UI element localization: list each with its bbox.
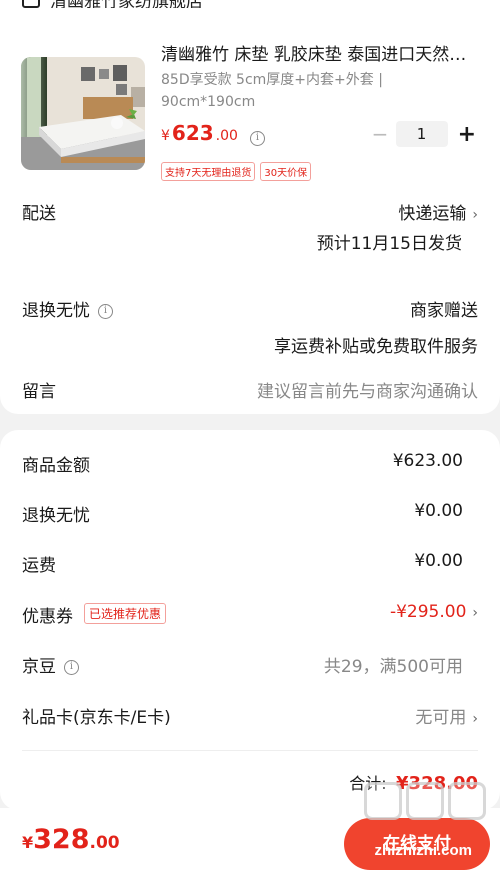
chevron-right-icon: › bbox=[472, 207, 478, 223]
shipping-row: 运费 ¥0.00 bbox=[22, 551, 478, 576]
goods-amount-value: ¥623.00 bbox=[392, 451, 463, 471]
bottom-price-symbol: ¥ bbox=[22, 833, 34, 852]
plus-button[interactable]: + bbox=[458, 122, 476, 147]
return-care-desc-row: 享运费补贴或免费取件服务 bbox=[22, 332, 478, 357]
tag-7day-return: 支持7天无理由退货 bbox=[161, 162, 256, 181]
quantity-stepper: − 1 + bbox=[372, 121, 476, 147]
delivery-estimate-row: 预计11月15日发货 bbox=[22, 229, 478, 254]
summary-divider bbox=[22, 750, 478, 751]
message-label: 留言 bbox=[22, 382, 56, 402]
message-input[interactable]: 建议留言前先与商家沟通确认 bbox=[257, 377, 478, 402]
bottom-total-price: ¥328.00 bbox=[22, 824, 120, 855]
chevron-right-icon: › bbox=[472, 605, 478, 621]
price-decimal: .00 bbox=[215, 128, 238, 144]
return-care-info-icon[interactable]: i bbox=[98, 303, 113, 319]
return-care-fee-value: ¥0.00 bbox=[414, 501, 463, 521]
jingdou-value: 共29，满500可用 bbox=[323, 657, 463, 677]
return-care-row[interactable]: 退换无忧 i 商家赠送 bbox=[22, 296, 478, 321]
return-care-fee-label: 退换无忧 bbox=[22, 506, 90, 526]
coupon-value-text: -¥295.00 bbox=[389, 602, 467, 622]
delivery-method-text: 快递运输 bbox=[398, 204, 467, 224]
watermark-logo bbox=[364, 782, 486, 820]
jingdou-label: 京豆 i bbox=[22, 652, 79, 677]
coupon-value: -¥295.00 › bbox=[390, 602, 478, 622]
shipping-label: 运费 bbox=[22, 556, 56, 576]
shop-icon bbox=[22, 0, 40, 8]
delivery-label: 配送 bbox=[22, 204, 56, 224]
giftcard-value: 无可用 › bbox=[415, 703, 478, 728]
price-symbol: ¥ bbox=[161, 128, 170, 144]
giftcard-label: 礼品卡(京东卡/E卡) bbox=[22, 708, 171, 728]
watermark-text: zhizhizhi.com bbox=[374, 842, 473, 859]
jingdou-label-text: 京豆 bbox=[22, 657, 56, 677]
delivery-row[interactable]: 配送 快递运输 › bbox=[22, 199, 478, 224]
chevron-right-icon: › bbox=[472, 711, 478, 727]
shipping-value: ¥0.00 bbox=[414, 551, 463, 571]
giftcard-row[interactable]: 礼品卡(京东卡/E卡) 无可用 › bbox=[22, 703, 478, 728]
coupon-row[interactable]: 优惠券 已选推荐优惠 -¥295.00 › bbox=[22, 602, 478, 627]
jingdou-info-icon[interactable]: i bbox=[64, 659, 79, 675]
bottom-price-decimal: .00 bbox=[89, 833, 120, 853]
shop-header[interactable]: 清幽雅竹家纺旗舰店 bbox=[22, 0, 203, 8]
return-care-label-text: 退换无忧 bbox=[22, 301, 90, 321]
goods-amount-row: 商品金额 ¥623.00 bbox=[22, 451, 478, 476]
bottom-price-integer: 328 bbox=[33, 824, 90, 855]
return-care-fee-row: 退换无忧 ¥0.00 bbox=[22, 501, 478, 526]
return-care-desc: 享运费补贴或免费取件服务 bbox=[274, 337, 478, 357]
coupon-label: 优惠券 bbox=[22, 607, 73, 627]
service-tags: 支持7天无理由退货 30天价保 bbox=[161, 162, 312, 181]
price-info-icon[interactable]: i bbox=[249, 131, 265, 146]
return-care-value: 商家赠送 bbox=[410, 301, 478, 321]
product-price: ¥623.00 i bbox=[161, 121, 265, 146]
product-image[interactable] bbox=[21, 57, 145, 170]
return-care-label: 退换无忧 i bbox=[22, 296, 113, 321]
shop-name: 清幽雅竹家纺旗舰店 bbox=[50, 0, 203, 8]
quantity-input[interactable]: 1 bbox=[395, 121, 448, 147]
delivery-estimate: 预计11月15日发货 bbox=[316, 234, 462, 254]
delivery-method: 快递运输 › bbox=[398, 199, 478, 224]
price-integer: 623 bbox=[171, 121, 214, 145]
tag-price-protect: 30天价保 bbox=[260, 162, 312, 181]
coupon-tag: 已选推荐优惠 bbox=[84, 603, 167, 624]
goods-amount-label: 商品金额 bbox=[22, 456, 90, 476]
message-row[interactable]: 留言 建议留言前先与商家沟通确认 bbox=[22, 377, 478, 402]
minus-button[interactable]: − bbox=[372, 122, 389, 146]
product-spec[interactable]: 85D享受款 5cm厚度+内套+外套 | 90cm*190cm bbox=[161, 69, 401, 113]
product-title[interactable]: 清幽雅竹 床垫 乳胶床垫 泰国进口天然乳胶 bbox=[161, 40, 481, 65]
jingdou-row[interactable]: 京豆 i 共29，满500可用 bbox=[22, 652, 478, 677]
giftcard-value-text: 无可用 bbox=[415, 708, 467, 728]
